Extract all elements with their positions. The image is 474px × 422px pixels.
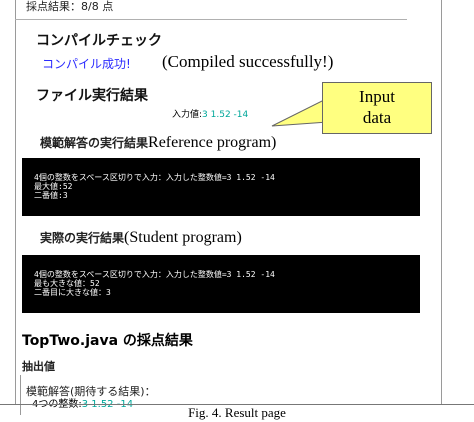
extracted-values-label: 抽出値 <box>22 360 55 373</box>
input-values-row: 入力値:3 1.52 -14 <box>172 107 248 120</box>
reference-output-console: 4個の整数をスペース区切りで入力：入力した整数値=3 1.52 -14 最大値:5… <box>22 158 420 216</box>
callout-pointer <box>271 100 328 127</box>
score-divider <box>15 19 407 20</box>
compile-status: コンパイル成功! <box>42 57 131 71</box>
compile-check-heading: コンパイルチェック <box>36 33 162 49</box>
console-line: 二番値:3 <box>34 191 68 200</box>
compile-annotation: (Compiled successfully!) <box>162 52 334 71</box>
grading-results-heading: TopTwo.java の採点結果 <box>22 333 193 349</box>
callout-line-2: data <box>362 108 392 127</box>
execution-heading: ファイル実行結果 <box>36 88 148 104</box>
input-data-callout: Input data <box>322 82 432 134</box>
callout-line-1: Input <box>359 87 395 106</box>
reference-heading-jp: 模範解答の実行結果 <box>40 136 149 150</box>
score-summary: 採点結果：8/8 点 <box>26 0 114 13</box>
reference-heading: 模範解答の実行結果Reference program) <box>40 134 276 152</box>
student-heading: 実際の実行結果(Student program) <box>40 229 242 247</box>
figure-caption: Fig. 4. Result page <box>188 405 286 420</box>
student-output-console: 4個の整数をスペース区切りで入力：入力した整数値=3 1.52 -14 最も大きな… <box>22 255 420 313</box>
input-value: 3 1.52 -14 <box>202 110 249 120</box>
console-line: 二番目に大きな値：3 <box>34 288 111 297</box>
student-heading-jp: 実際の実行結果 <box>40 231 125 245</box>
console-line: 最も大きな値：52 <box>34 279 100 288</box>
reference-annotation: Reference program) <box>148 134 277 151</box>
console-line: 最大値:52 <box>34 182 73 191</box>
console-line: 4個の整数をスペース区切りで入力：入力した整数値=3 1.52 -14 <box>34 173 275 182</box>
console-line: 4個の整数をスペース区切りで入力：入力した整数値=3 1.52 -14 <box>34 270 275 279</box>
input-label: 入力値: <box>172 110 203 120</box>
student-annotation: (Student program) <box>124 229 242 246</box>
